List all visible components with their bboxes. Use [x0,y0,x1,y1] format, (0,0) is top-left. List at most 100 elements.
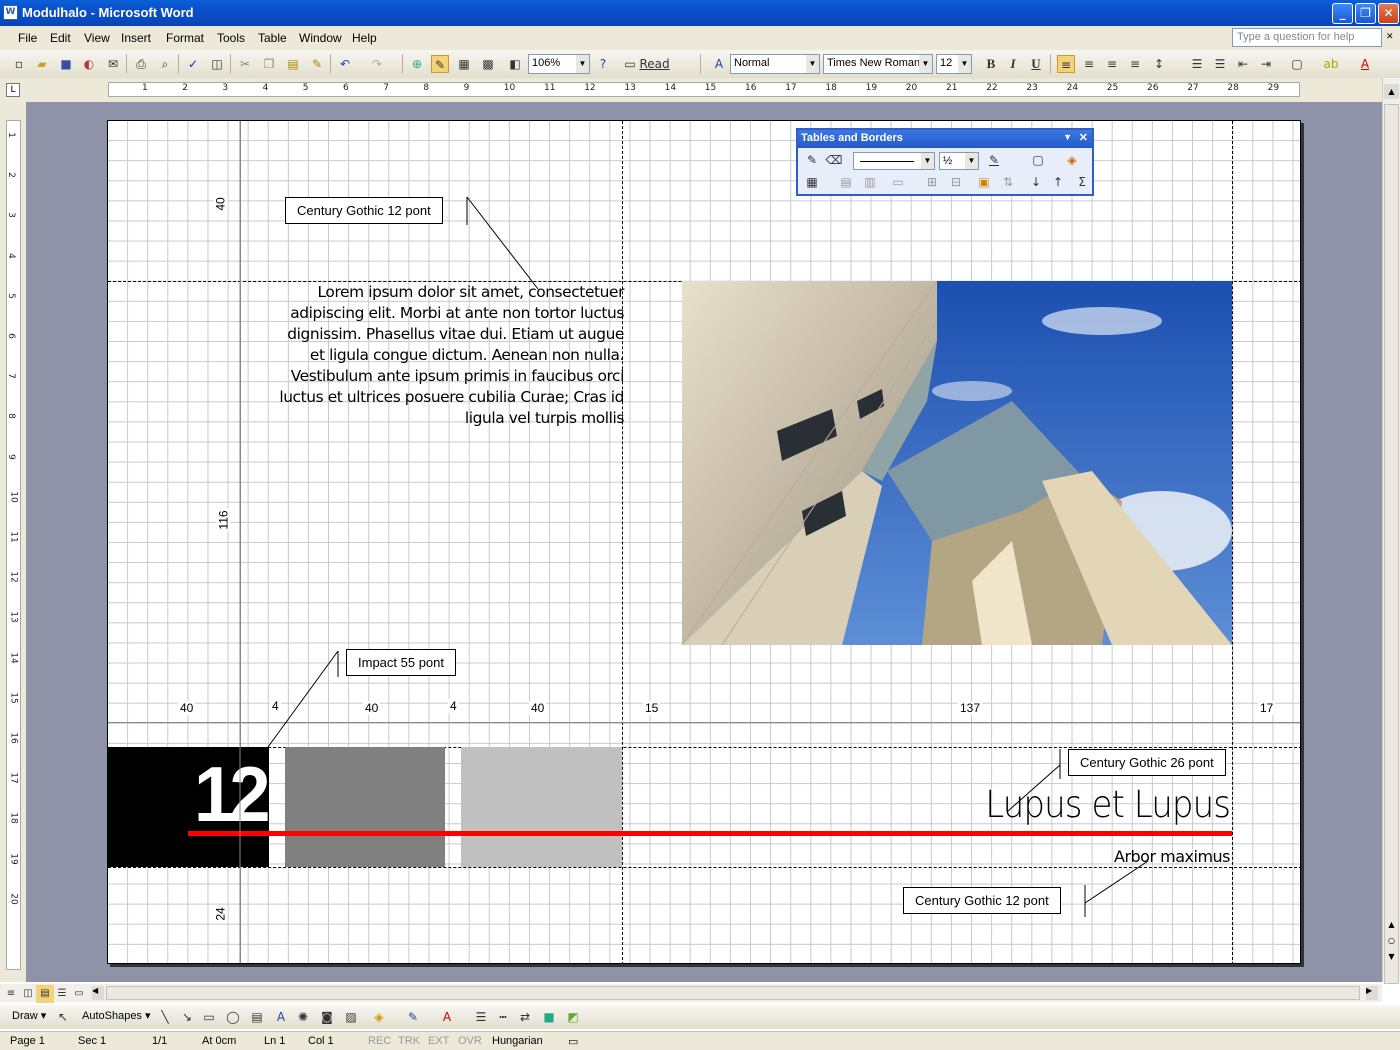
underline-button[interactable]: U [1027,55,1045,73]
format-painter-icon[interactable]: ✎ [308,55,326,73]
distribute-columns-icon[interactable]: ⊟ [947,173,965,191]
scroll-left-icon[interactable]: ◀ [92,986,104,1000]
menu-help[interactable]: Help [352,31,377,45]
insert-table-icon[interactable]: ▦ [803,173,821,191]
print-layout-icon[interactable]: ▤ [36,985,54,1003]
decrease-indent-icon[interactable]: ⇤ [1234,55,1252,73]
scroll-up-icon[interactable]: ▲ [1384,84,1399,99]
table-autoformat-icon[interactable]: ▣ [975,173,993,191]
styles-icon[interactable]: A [710,55,728,73]
font-size-combo[interactable]: 12 ▼ [936,54,972,74]
highlight-icon[interactable]: ab [1322,55,1340,73]
minimize-button[interactable]: _ [1332,3,1353,24]
status-ovr[interactable]: OVR [458,1035,482,1047]
tab-selector-icon[interactable]: L [6,83,20,97]
prev-page-icon[interactable]: ▲ [1384,920,1399,935]
status-language[interactable]: Hungarian [492,1035,543,1047]
picture-icon[interactable]: ▨ [342,1008,360,1026]
shadow-icon[interactable]: ■ [540,1008,558,1026]
menu-insert[interactable]: Insert [121,31,151,45]
doc-close-icon[interactable]: ✕ [1386,31,1394,42]
align-left-icon[interactable]: ≡ [1057,55,1075,73]
menu-view[interactable]: View [84,31,110,45]
sort-descending-icon[interactable]: ↑ [1049,173,1067,191]
align-cell-icon[interactable]: ▭ [889,173,907,191]
zoom-combo[interactable]: 106% ▼ [528,54,590,74]
drawing-icon[interactable]: ◧ [506,55,524,73]
status-rec[interactable]: REC [368,1035,391,1047]
draw-table-icon[interactable]: ✎ [803,151,821,169]
chevron-down-icon[interactable]: ▼ [965,153,978,169]
rectangle-icon[interactable]: ▭ [200,1008,218,1026]
font-color-icon[interactable]: A [438,1008,456,1026]
italic-button[interactable]: I [1004,55,1022,73]
line-spacing-icon[interactable]: ↕ [1150,55,1168,73]
menu-table[interactable]: Table [258,31,287,45]
insert-excel-icon[interactable]: ▩ [479,55,497,73]
text-direction-icon[interactable]: ⇅ [999,173,1017,191]
help-icon[interactable]: ? [594,55,612,73]
chevron-down-icon[interactable]: ▼ [806,55,819,73]
permission-icon[interactable]: ◐ [80,55,98,73]
next-page-icon[interactable]: ▼ [1384,952,1399,967]
font-color-icon[interactable]: A [1356,55,1374,73]
menu-file[interactable]: File [18,31,37,45]
horizontal-scrollbar[interactable]: ≡ ◫ ▤ ☰ ▭ ◀ ▶ [0,984,1382,1003]
web-view-icon[interactable]: ◫ [19,985,37,1003]
redo-icon[interactable]: ↷ [368,55,386,73]
spelling-icon[interactable]: ✓ [184,55,202,73]
spelling-status-icon[interactable]: ▭ [568,1035,578,1048]
autoshapes-menu[interactable]: AutoShapes ▾ [82,1009,151,1022]
chevron-down-icon[interactable]: ▼ [919,55,932,73]
horizontal-ruler[interactable]: L 1 2 3 4 5 6 7 8 9 10 11 12 13 14 15 16 17 18 19 20 21 22 23 2… [0,78,1400,102]
outline-view-icon[interactable]: ☰ [53,985,71,1003]
tables-borders-icon[interactable]: ✎ [431,55,449,73]
oval-icon[interactable]: ◯ [224,1008,242,1026]
tables-borders-toolbar[interactable]: Tables and Borders ▼ ✕ ✎ ⌫ ▼ ½ ▼ ✎ ▢ ◈ ▦ … [796,128,1094,196]
3d-icon[interactable]: ◩ [564,1008,582,1026]
undo-icon[interactable]: ↶ [336,55,354,73]
cut-icon[interactable]: ✂ [236,55,254,73]
increase-indent-icon[interactable]: ⇥ [1257,55,1275,73]
callout-label[interactable]: Century Gothic 12 pont [285,197,443,224]
read-button[interactable]: ▭ Read [624,55,670,73]
hscroll-thumb[interactable] [106,986,1360,1000]
shading-color-icon[interactable]: ◈ [1063,151,1081,169]
border-color-icon[interactable]: ✎ [985,151,1003,169]
ask-question-input[interactable]: Type a question for help [1232,28,1382,47]
callout-label[interactable]: Century Gothic 12 pont [903,887,1061,914]
fill-color-icon[interactable]: ◈ [370,1008,388,1026]
wordart-icon[interactable]: A [272,1008,290,1026]
style-combo[interactable]: Normal ▼ [730,54,820,74]
close-icon[interactable]: ✕ [1079,131,1088,144]
research-icon[interactable]: ◫ [208,55,226,73]
distribute-rows-icon[interactable]: ⊞ [923,173,941,191]
menu-edit[interactable]: Edit [50,31,71,45]
toolbar-options-icon[interactable]: ▼ [1063,132,1072,142]
draw-menu[interactable]: Draw ▾ [12,1009,46,1022]
line-color-icon[interactable]: ✎ [404,1008,422,1026]
print-icon[interactable]: ⎙ [132,55,150,73]
sort-ascending-icon[interactable]: ↓ [1027,173,1045,191]
line-style-icon[interactable]: ☰ [472,1008,490,1026]
justify-icon[interactable]: ≡ [1126,55,1144,73]
copy-icon[interactable]: ❐ [260,55,278,73]
menu-window[interactable]: Window [299,31,342,45]
new-icon[interactable]: ▫ [10,55,28,73]
clipart-icon[interactable]: ◙ [318,1008,336,1026]
split-cells-icon[interactable]: ▥ [861,173,879,191]
arrow-icon[interactable]: ↘ [178,1008,196,1026]
paste-icon[interactable]: ▤ [284,55,302,73]
bold-button[interactable]: B [982,55,1000,73]
outside-border-icon[interactable]: ▢ [1288,55,1306,73]
callout-label[interactable]: Century Gothic 26 pont [1068,749,1226,776]
align-right-icon[interactable]: ≡ [1103,55,1121,73]
open-icon[interactable]: ▰ [33,55,51,73]
vertical-ruler[interactable]: 1 2 3 4 5 6 7 8 9 10 11 12 13 14 15 16 17 18 19 20 [0,102,26,982]
autosum-icon[interactable]: Σ [1073,173,1091,191]
scroll-thumb[interactable] [1384,104,1399,984]
select-objects-icon[interactable]: ↖ [54,1008,72,1026]
status-trk[interactable]: TRK [398,1035,420,1047]
chevron-down-icon[interactable]: ▼ [958,55,971,73]
textbox-icon[interactable]: ▤ [248,1008,266,1026]
